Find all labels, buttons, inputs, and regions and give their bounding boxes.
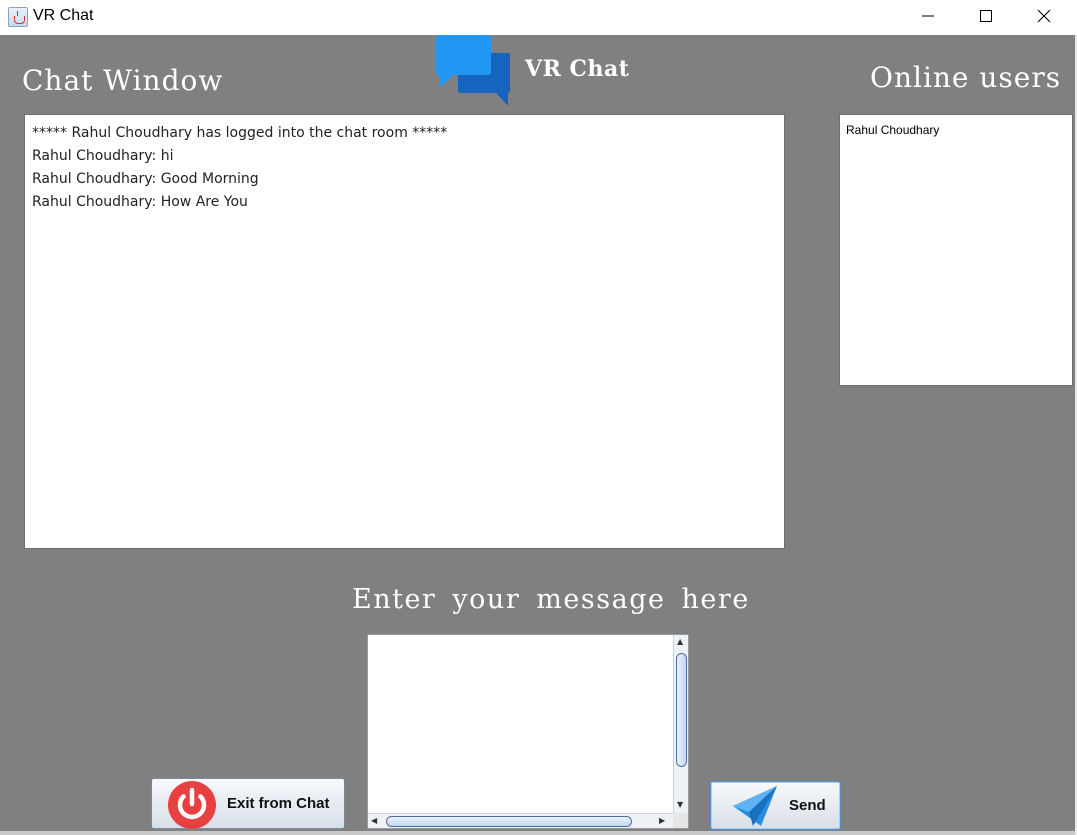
send-button[interactable]: Send	[710, 781, 841, 830]
chat-message: Rahul Choudhary: Good Morning	[32, 171, 259, 187]
chat-window-heading: Chat Window	[22, 64, 224, 97]
message-prompt-heading: Enter your message here	[352, 584, 750, 615]
message-input[interactable]	[368, 635, 673, 813]
send-button-label: Send	[789, 797, 826, 814]
paper-plane-icon	[733, 786, 777, 826]
scroll-up-icon[interactable]: ▲	[677, 637, 683, 647]
power-icon	[168, 781, 216, 829]
exit-chat-button[interactable]: Exit from Chat	[151, 778, 345, 829]
scroll-right-icon[interactable]: ▶	[659, 816, 665, 826]
chat-message: ***** Rahul Choudhary has logged into th…	[32, 125, 448, 141]
window-title: VR Chat	[33, 7, 94, 24]
close-icon	[1037, 9, 1051, 23]
exit-button-label: Exit from Chat	[227, 795, 330, 812]
brand-title: VR Chat	[525, 56, 630, 82]
scroll-down-icon[interactable]: ▼	[677, 800, 683, 810]
window-border	[0, 831, 1077, 835]
scrollbar-corner	[673, 813, 688, 828]
vertical-scroll-thumb[interactable]	[676, 653, 687, 767]
java-app-icon	[8, 7, 28, 27]
chat-message: Rahul Choudhary: hi	[32, 148, 174, 164]
maximize-icon	[980, 10, 992, 22]
title-bar: VR Chat	[0, 0, 1077, 35]
chat-bubbles-icon	[436, 35, 510, 106]
chat-message: Rahul Choudhary: How Are You	[32, 194, 248, 210]
online-users-list[interactable]: Rahul Choudhary	[839, 114, 1073, 386]
minimize-icon	[922, 15, 934, 17]
vertical-scrollbar[interactable]: ▲ ▼	[673, 635, 688, 813]
minimize-button[interactable]	[899, 0, 957, 32]
scroll-left-icon[interactable]: ◀	[371, 816, 377, 826]
close-button[interactable]	[1015, 0, 1073, 32]
online-users-heading: Online users	[870, 61, 1062, 94]
message-input-container: ▲ ▼ ◀ ▶	[367, 634, 689, 829]
horizontal-scroll-thumb[interactable]	[386, 816, 632, 827]
user-list-item[interactable]: Rahul Choudhary	[846, 122, 1066, 138]
horizontal-scrollbar[interactable]: ◀ ▶	[368, 813, 673, 828]
chat-transcript[interactable]: ***** Rahul Choudhary has logged into th…	[24, 114, 785, 549]
maximize-button[interactable]	[957, 0, 1015, 32]
